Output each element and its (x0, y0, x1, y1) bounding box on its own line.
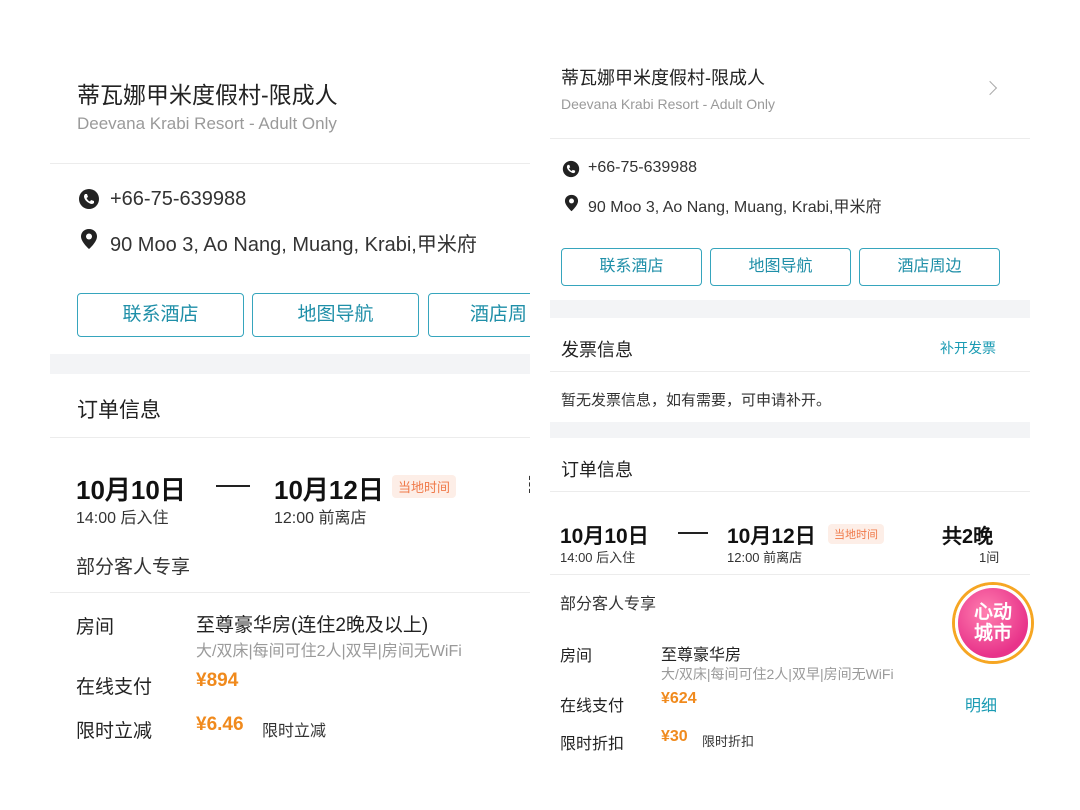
invoice-section-title: 发票信息 (561, 340, 633, 360)
invoice-card: 发票信息 补开发票 暂无发票信息，如有需要，可申请补开。 (550, 318, 1030, 422)
discount-amount: ¥6.46 (196, 714, 244, 735)
phone-icon (79, 189, 99, 209)
phone-number[interactable]: +66-75-639988 (588, 159, 697, 177)
divider (550, 138, 1030, 139)
checkin-date: 10月10日 (76, 475, 186, 505)
checkin-time: 14:00 后入住 (76, 510, 169, 527)
discount-note: 限时折扣 (702, 734, 755, 749)
online-payment-label: 在线支付 (560, 698, 625, 715)
contact-hotel-button[interactable]: 联系酒店 (77, 293, 244, 337)
heart-city-badge: 心动 城市 (955, 585, 1031, 661)
total-nights: 共2晚 (942, 526, 994, 548)
details-link[interactable]: 明细 (965, 692, 997, 716)
hotel-card: 蒂瓦娜甲米度假村-限成人 Deevana Krabi Resort - Adul… (50, 48, 530, 354)
room-label: 房间 (560, 648, 593, 665)
contact-hotel-button[interactable]: 联系酒店 (561, 248, 702, 286)
divider (50, 163, 530, 164)
discount-note: 限时立减 (262, 723, 327, 740)
map-navigation-button[interactable]: 地图导航 (252, 293, 419, 337)
hotel-name-en: Deevana Krabi Resort - Adult Only (561, 96, 775, 112)
discount-amount: ¥30 (661, 728, 688, 745)
checkin-date: 10月10日 (560, 525, 649, 548)
checkout-date: 10月12日 (727, 525, 816, 548)
room-description: 大/双床|每间可住2人|双早|房间无WiFi (196, 643, 462, 660)
address: 90 Moo 3, Ao Nang, Muang, Krabi,甲米府 (588, 199, 882, 216)
divider (50, 592, 530, 593)
address: 90 Moo 3, Ao Nang, Muang, Krabi,甲米府 (110, 234, 477, 256)
local-time-tag: 当地时间 (828, 524, 884, 544)
phone-icon (562, 160, 580, 178)
chevron-right-icon[interactable] (982, 80, 998, 96)
hotel-card: 蒂瓦娜甲米度假村-限成人 Deevana Krabi Resort - Adul… (550, 48, 1030, 300)
phone-number[interactable]: +66-75-639988 (110, 188, 246, 211)
checkout-time: 12:00 前离店 (727, 550, 803, 565)
reissue-invoice-link[interactable]: 补开发票 (940, 338, 996, 358)
room-name: 至尊豪华房 (661, 647, 742, 664)
checkin-time: 14:00 后入住 (560, 550, 636, 565)
room-name: 至尊豪华房(连住2晚及以上) (196, 615, 429, 636)
order-card: 订单信息 10月10日 14:00 后入住 10月12日 12:00 前离店 当… (550, 438, 1030, 762)
room-label: 房间 (76, 617, 115, 638)
divider (550, 491, 1030, 492)
location-pin-icon (564, 194, 579, 212)
online-payment-label: 在线支付 (76, 677, 153, 698)
guest-exclusive-label: 部分客人专享 (76, 557, 191, 578)
divider (550, 574, 1030, 575)
location-pin-icon (81, 229, 97, 249)
room-count: 1间 (979, 550, 1000, 565)
guest-exclusive-label: 部分客人专享 (560, 596, 657, 613)
hotel-nearby-button[interactable]: 酒店周 (428, 293, 530, 337)
badge-line-2: 城市 (973, 623, 1012, 644)
hotel-name: 蒂瓦娜甲米度假村-限成人 (561, 68, 765, 88)
left-screenshot: 蒂瓦娜甲米度假村-限成人 Deevana Krabi Resort - Adul… (50, 48, 530, 762)
divider (50, 437, 530, 438)
discount-label: 限时立减 (76, 721, 153, 742)
map-navigation-button[interactable]: 地图导航 (710, 248, 851, 286)
room-description: 大/双床|每间可住2人|双早|房间无WiFi (661, 666, 894, 682)
right-screenshot: 蒂瓦娜甲米度假村-限成人 Deevana Krabi Resort - Adul… (550, 48, 1030, 762)
checkout-time: 12:00 前离店 (274, 510, 367, 527)
checkout-date: 10月12日 (274, 475, 384, 505)
more-icon[interactable]: ⋮ (520, 472, 530, 498)
divider (550, 371, 1030, 372)
online-payment-amount: ¥894 (196, 670, 239, 691)
hotel-nearby-button[interactable]: 酒店周边 (859, 248, 1000, 286)
badge-line-1: 心动 (973, 602, 1012, 623)
order-section-title: 订单信息 (77, 399, 161, 422)
order-section-title: 订单信息 (561, 460, 633, 480)
discount-label: 限时折扣 (560, 736, 625, 753)
hotel-name-en: Deevana Krabi Resort - Adult Only (77, 114, 337, 133)
online-payment-amount: ¥624 (661, 690, 697, 707)
date-separator (678, 532, 708, 534)
invoice-empty-text: 暂无发票信息，如有需要，可申请补开。 (561, 392, 832, 409)
local-time-tag: 当地时间 (392, 475, 457, 498)
order-card: 订单信息 10月10日 14:00 后入住 10月12日 12:00 前离店 当… (50, 374, 530, 762)
date-separator (216, 485, 250, 487)
hotel-name: 蒂瓦娜甲米度假村-限成人 (77, 82, 338, 108)
